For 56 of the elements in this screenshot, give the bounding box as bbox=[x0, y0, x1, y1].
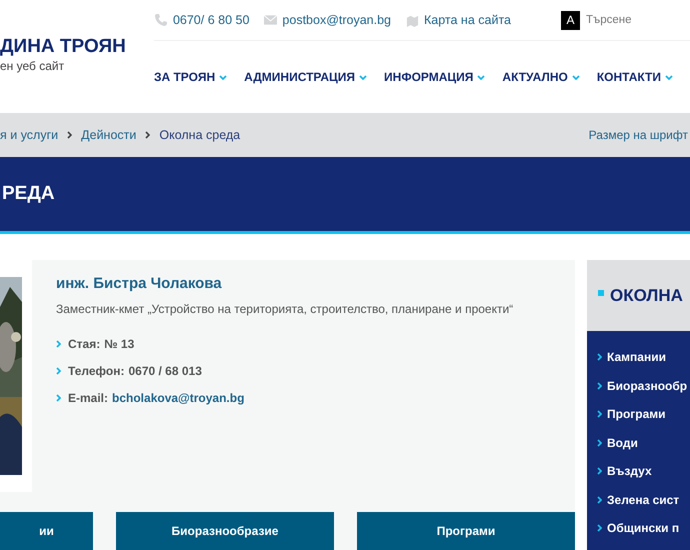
nav-menu-item[interactable]: АДМИНИСТРАЦИЯ bbox=[244, 70, 356, 84]
phone-icon bbox=[154, 13, 168, 27]
sitemap-link[interactable]: Карта на сайта bbox=[424, 13, 511, 27]
detail-label: Телефон: bbox=[68, 364, 124, 378]
detail-label: E-mail: bbox=[68, 390, 108, 404]
sidebar-link[interactable]: Кампании bbox=[607, 350, 666, 364]
nav-menu-item[interactable]: АКТУАЛНО bbox=[502, 70, 568, 84]
chevron-icon bbox=[56, 366, 61, 374]
mail-icon bbox=[264, 15, 278, 25]
detail-value: № 13 bbox=[104, 336, 134, 350]
sidebar-link[interactable]: Общински п bbox=[607, 521, 680, 536]
breadcrumb-link[interactable]: Околна среда bbox=[159, 128, 240, 142]
person-position: Заместник-кмет „Устройство на територията, строителство, планиране и проекти“ bbox=[56, 302, 514, 316]
sidebar-link[interactable]: Въздух bbox=[607, 464, 652, 478]
sidebar-title: ОКОЛНА bbox=[610, 286, 683, 306]
chevron-icon bbox=[597, 467, 602, 476]
caret-icon bbox=[359, 74, 368, 80]
sidebar-link[interactable]: Биоразнообр bbox=[607, 378, 688, 393]
chevron-icon bbox=[67, 131, 72, 139]
chevron-icon bbox=[597, 353, 602, 362]
email-link[interactable]: bcholakova@troyan.bg bbox=[112, 390, 244, 404]
caret-icon bbox=[665, 74, 673, 80]
sidebar-link[interactable]: Програми bbox=[607, 407, 666, 422]
chevron-icon bbox=[597, 410, 602, 418]
email-link[interactable]: postbox@troyan.bg bbox=[282, 13, 392, 27]
category-tile[interactable]: Биоразнообразие bbox=[116, 512, 334, 550]
nav-menu-item[interactable]: ЗА ТРОЯН bbox=[154, 70, 216, 84]
nav-menu-item[interactable]: КОНТАКТИ bbox=[596, 70, 661, 84]
page-title: РЕДА bbox=[2, 183, 55, 205]
chevron-icon bbox=[145, 131, 150, 139]
site-title[interactable]: ДИНА ТРОЯН bbox=[0, 36, 154, 58]
sidebar-link[interactable]: Зелена сист bbox=[607, 492, 680, 507]
detail-value: 0670 / 68 013 bbox=[128, 364, 202, 378]
detail-label: Стая: bbox=[68, 336, 100, 350]
chevron-icon bbox=[597, 496, 602, 504]
site-subtitle: ен уеб сайт bbox=[0, 59, 66, 73]
square-icon bbox=[598, 290, 604, 296]
chevron-icon bbox=[597, 382, 602, 390]
nav-menu-item[interactable]: ИНФОРМАЦИЯ bbox=[384, 70, 474, 84]
font-size-label: Размер на шрифт bbox=[588, 128, 688, 142]
map-icon bbox=[406, 14, 420, 26]
phone-link[interactable]: 0670/ 6 80 50 bbox=[172, 13, 250, 27]
chevron-icon bbox=[56, 394, 61, 402]
contrast-button[interactable]: A bbox=[561, 10, 580, 30]
sidebar-link[interactable]: Води bbox=[607, 436, 638, 450]
category-tile[interactable]: ии bbox=[0, 512, 93, 550]
caret-icon bbox=[477, 74, 486, 80]
person-name: инж. Бистра Чолакова bbox=[56, 275, 223, 292]
category-tile[interactable]: Програми bbox=[357, 512, 575, 550]
caret-icon bbox=[572, 74, 580, 80]
chevron-icon bbox=[597, 524, 602, 532]
breadcrumb-link[interactable]: Дейности bbox=[81, 128, 136, 142]
chevron-icon bbox=[56, 340, 61, 348]
chevron-icon bbox=[597, 438, 602, 447]
breadcrumb-link[interactable]: я и услуги bbox=[0, 128, 58, 142]
caret-icon bbox=[219, 74, 228, 80]
